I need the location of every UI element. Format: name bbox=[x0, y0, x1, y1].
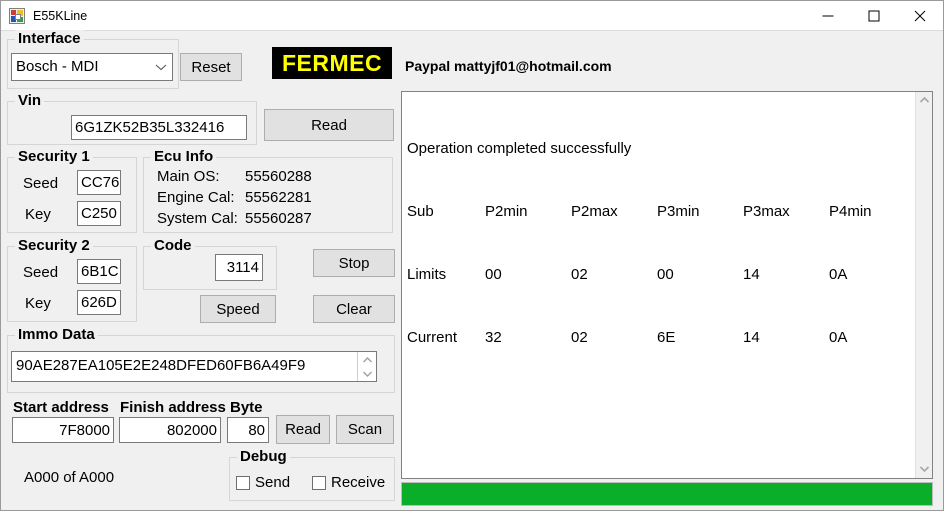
security1-key-input[interactable]: C250 bbox=[77, 201, 121, 226]
security2-key-label: Key bbox=[25, 295, 51, 312]
log-header-p4min: P4min bbox=[829, 203, 872, 220]
security1-key-label: Key bbox=[25, 206, 51, 223]
title-bar: E55KLine bbox=[1, 1, 943, 31]
maximize-icon bbox=[868, 10, 880, 21]
vin-read-button[interactable]: Read bbox=[264, 109, 394, 141]
interface-select[interactable]: Bosch - MDI bbox=[11, 53, 173, 81]
ecu-system-cal-label: System Cal: bbox=[157, 210, 238, 227]
finish-address-input[interactable]: 802000 bbox=[119, 417, 221, 443]
ecu-engine-cal-label: Engine Cal: bbox=[157, 189, 235, 206]
finish-address-label: Finish address bbox=[120, 399, 226, 416]
reset-button[interactable]: Reset bbox=[180, 53, 242, 81]
maximize-button[interactable] bbox=[851, 1, 897, 30]
code-input[interactable]: 3114 bbox=[215, 254, 263, 281]
speed-button[interactable]: Speed bbox=[200, 295, 276, 323]
security2-seed-label: Seed bbox=[23, 264, 59, 281]
log-row-current-p2max: 02 bbox=[571, 329, 588, 346]
byte-input[interactable]: 80 bbox=[227, 417, 269, 443]
close-icon bbox=[914, 10, 926, 21]
up-arrow-icon bbox=[363, 357, 372, 363]
log-row-limits-p2min: 00 bbox=[485, 266, 502, 283]
log-row-current-name: Current bbox=[407, 329, 458, 346]
chevron-down-icon bbox=[155, 64, 167, 71]
log-row-current-p2min: 32 bbox=[485, 329, 502, 346]
log-header-p3min: P3min bbox=[657, 203, 700, 220]
application-window: E55KLine Interface Bosch - MDI Reset Vin… bbox=[0, 0, 944, 511]
security1-seed-input[interactable]: CC76 bbox=[77, 170, 121, 195]
progress-bar bbox=[401, 482, 933, 506]
immo-spinner-down-button[interactable] bbox=[358, 367, 377, 381]
debug-group-label: Debug bbox=[237, 448, 290, 465]
log-data-row: Limits 00 02 00 14 0A bbox=[407, 264, 915, 285]
log-scroll-down-button[interactable] bbox=[916, 461, 932, 478]
log-header-row: Sub P2min P2max P3min P3max P4min bbox=[407, 201, 915, 222]
log-data-row: Current 32 02 6E 14 0A bbox=[407, 327, 915, 348]
log-status-line: Operation completed successfully bbox=[407, 140, 632, 157]
log-row-limits-name: Limits bbox=[407, 266, 447, 283]
log-row-limits-p2max: 02 bbox=[571, 266, 588, 283]
paypal-contact-text: Paypal mattyjf01@hotmail.com bbox=[405, 58, 612, 74]
security1-seed-label: Seed bbox=[23, 175, 59, 192]
memory-read-button[interactable]: Read bbox=[276, 415, 330, 444]
log-row-limits-p3min: 00 bbox=[657, 266, 674, 283]
window-title: E55KLine bbox=[33, 9, 88, 23]
log-row-current-p3max: 14 bbox=[743, 329, 760, 346]
log-row-limits-p3max: 14 bbox=[743, 266, 760, 283]
fermec-logo: FERMEC bbox=[272, 47, 392, 79]
ecu-row: Engine Cal: 55562281 bbox=[157, 189, 312, 206]
immo-spinner-up-button[interactable] bbox=[358, 353, 377, 367]
ecu-system-cal-value: 55560287 bbox=[245, 210, 312, 227]
scroll-down-icon bbox=[919, 466, 930, 473]
immo-data-value: 90AE287EA105E2E248DFED60FB6A49F9 bbox=[16, 357, 306, 374]
debug-receive-checkbox[interactable] bbox=[312, 476, 326, 490]
start-address-input[interactable]: 7F8000 bbox=[12, 417, 114, 443]
debug-receive-label: Receive bbox=[331, 474, 386, 491]
ecu-engine-cal-value: 55562281 bbox=[245, 189, 312, 206]
log-scrollbar[interactable] bbox=[915, 92, 932, 478]
log-header-sub: Sub bbox=[407, 203, 434, 220]
security2-group-label: Security 2 bbox=[15, 237, 93, 254]
minimize-icon bbox=[822, 15, 834, 16]
byte-label: Byte bbox=[230, 399, 263, 416]
log-header-p3max: P3max bbox=[743, 203, 790, 220]
progress-bar-fill bbox=[402, 483, 932, 505]
ecu-row: Main OS: 55560288 bbox=[157, 168, 312, 185]
interface-group-label: Interface bbox=[15, 30, 84, 47]
log-row-limits-p4min: 0A bbox=[829, 266, 848, 283]
security2-key-input[interactable]: 626D bbox=[77, 290, 121, 315]
log-row-current-p4min: 0A bbox=[829, 329, 848, 346]
memory-scan-button[interactable]: Scan bbox=[336, 415, 394, 444]
debug-send-label: Send bbox=[255, 474, 291, 491]
immo-data-input[interactable]: 90AE287EA105E2E248DFED60FB6A49F9 bbox=[11, 351, 377, 382]
log-header-p2max: P2max bbox=[571, 203, 618, 220]
clear-button[interactable]: Clear bbox=[313, 295, 395, 323]
vin-group-label: Vin bbox=[15, 92, 45, 109]
code-group-label: Code bbox=[151, 237, 195, 254]
log-scroll-up-button[interactable] bbox=[916, 92, 932, 109]
ecu-row: System Cal: 55560287 bbox=[157, 210, 312, 227]
minimize-button[interactable] bbox=[805, 1, 851, 30]
immo-data-group-label: Immo Data bbox=[15, 326, 98, 343]
security2-seed-input[interactable]: 6B1C bbox=[77, 259, 121, 284]
security1-group-label: Security 1 bbox=[15, 148, 93, 165]
stop-button[interactable]: Stop bbox=[313, 249, 395, 277]
ecu-main-os-value: 55560288 bbox=[245, 168, 312, 185]
log-output-text: Operation completed successfully Sub P2mi… bbox=[407, 96, 915, 390]
log-output-panel[interactable]: Operation completed successfully Sub P2mi… bbox=[401, 91, 933, 479]
start-address-label: Start address bbox=[13, 399, 109, 416]
log-row-current-p3min: 6E bbox=[657, 329, 676, 346]
interface-select-value: Bosch - MDI bbox=[16, 58, 99, 75]
memory-status-text: A000 of A000 bbox=[24, 469, 115, 486]
scroll-up-icon bbox=[919, 96, 930, 103]
ecu-main-os-label: Main OS: bbox=[157, 168, 220, 185]
close-button[interactable] bbox=[897, 1, 943, 30]
log-header-p2min: P2min bbox=[485, 203, 528, 220]
down-arrow-icon bbox=[363, 371, 372, 377]
app-window-icon bbox=[9, 8, 25, 24]
debug-send-checkbox[interactable] bbox=[236, 476, 250, 490]
vin-input[interactable]: 6G1ZK52B35L332416 bbox=[71, 115, 247, 140]
immo-data-spinner[interactable] bbox=[357, 352, 376, 381]
ecu-info-group-label: Ecu Info bbox=[151, 148, 217, 165]
